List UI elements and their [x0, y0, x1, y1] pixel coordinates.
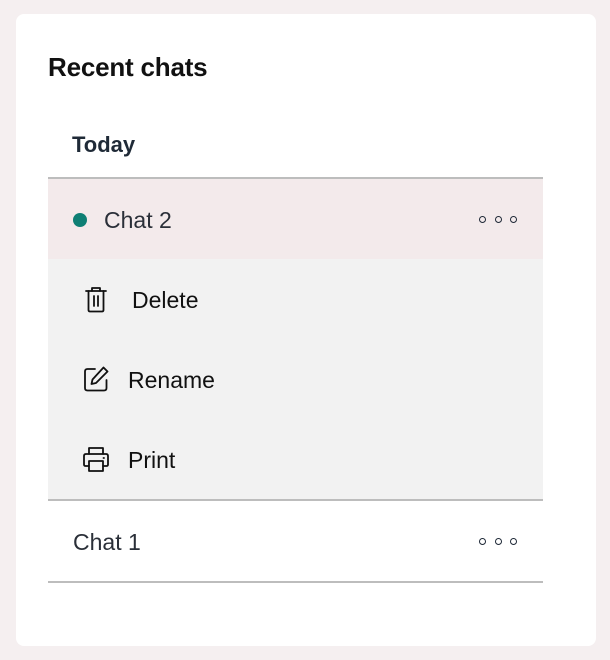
menu-item-delete[interactable]: Delete — [48, 259, 543, 339]
divider — [48, 581, 543, 583]
chat-context-menu: Delete Rename Print — [48, 259, 543, 499]
more-horizontal-icon — [510, 537, 517, 545]
printer-icon — [83, 447, 109, 472]
trash-icon — [85, 287, 107, 313]
menu-item-label: Print — [128, 447, 176, 473]
more-options-button[interactable] — [479, 531, 517, 551]
group-heading-today: Today — [72, 132, 136, 157]
chat-item-chat-1[interactable]: Chat 1 — [48, 501, 543, 581]
more-options-button[interactable] — [479, 209, 517, 229]
menu-item-print[interactable]: Print — [48, 419, 543, 499]
chat-item-chat-2[interactable]: Chat 2 — [48, 179, 543, 259]
recent-chats-panel: Recent chats Today Chat 2 Delete Rename … — [16, 14, 596, 646]
panel-title: Recent chats — [48, 52, 208, 82]
chat-list: Chat 2 Delete Rename Print Chat 1 — [48, 177, 543, 583]
menu-item-rename[interactable]: Rename — [48, 339, 543, 419]
chat-label: Chat 2 — [104, 207, 172, 233]
chat-label: Chat 1 — [73, 529, 141, 555]
more-horizontal-icon — [494, 215, 502, 223]
menu-item-label: Delete — [132, 287, 199, 313]
edit-icon — [84, 366, 109, 392]
more-horizontal-icon — [479, 537, 486, 545]
more-horizontal-icon — [494, 537, 502, 545]
status-dot — [73, 213, 87, 227]
more-horizontal-icon — [510, 215, 517, 223]
more-horizontal-icon — [479, 215, 486, 223]
menu-item-label: Rename — [128, 367, 215, 393]
